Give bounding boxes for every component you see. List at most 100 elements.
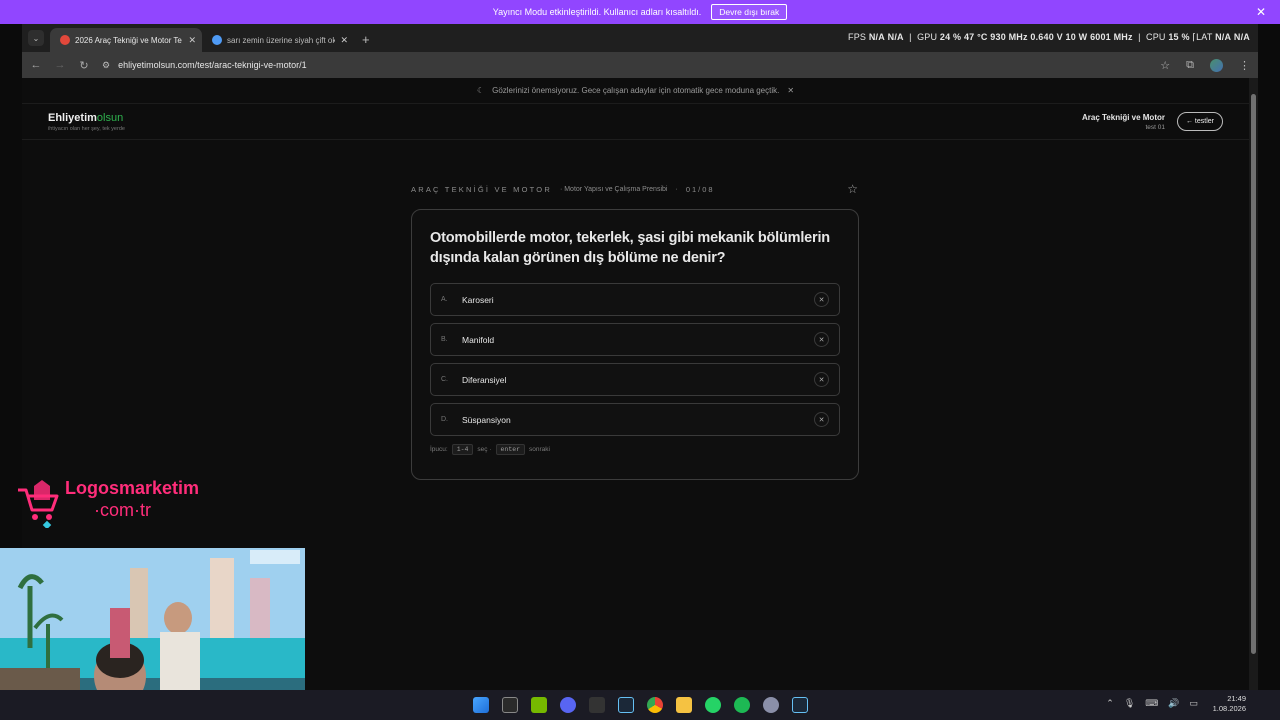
option-text: Karoseri xyxy=(462,294,494,305)
site-logo[interactable]: Ehliyetimolsun ihtiyacın olan her şey, t… xyxy=(48,112,125,132)
disable-streamer-mode-button[interactable]: Devre dışı bırak xyxy=(711,4,788,20)
scrollbar-thumb[interactable] xyxy=(1251,94,1256,654)
hud-fps-value-2: N/A xyxy=(887,32,904,42)
performance-overlay: FPS N/A N/A | GPU 24 % 47 °C 930 MHz 0.6… xyxy=(848,32,1250,42)
answer-option-c[interactable]: C. Diferansiyel ✕ xyxy=(430,363,840,396)
page-scrollbar[interactable] xyxy=(1249,78,1258,690)
answer-options: A. Karoseri ✕ B. Manifold ✕ C. Diferansi… xyxy=(430,283,840,436)
site-header: Ehliyetimolsun ihtiyacın olan her şey, t… xyxy=(22,104,1249,140)
clock-time: 21:49 xyxy=(1227,694,1246,703)
extensions-icon[interactable]: ⧉ xyxy=(1186,59,1194,72)
option-text: Süspansiyon xyxy=(462,414,511,425)
bookmark-star-icon[interactable]: ☆ xyxy=(1160,59,1170,72)
network-icon[interactable]: ⌨ xyxy=(1145,698,1158,709)
menu-icon[interactable]: ⋮ xyxy=(1239,59,1250,72)
tab-active[interactable]: 2026 Araç Tekniği ve Motor Te ✕ xyxy=(50,28,202,52)
eliminate-option-icon[interactable]: ✕ xyxy=(814,332,829,347)
windows-start-icon[interactable] xyxy=(472,697,489,713)
category-label: ARAÇ TEKNİĞİ VE MOTOR xyxy=(411,185,552,194)
tab-inactive[interactable]: sarı zemin üzerine siyah çift ok ✕ xyxy=(202,28,354,52)
chevron-up-icon[interactable]: ⌃ xyxy=(1106,698,1114,709)
moon-icon: ☾ xyxy=(476,86,485,95)
app-icon[interactable] xyxy=(762,697,779,713)
hint-label: İpucu: xyxy=(430,446,448,453)
hint-key-select: 1-4 xyxy=(451,444,474,455)
answer-option-d[interactable]: D. Süspansiyon ✕ xyxy=(430,403,840,436)
option-letter: C. xyxy=(441,376,448,383)
test-subtitle: test 01 xyxy=(1145,123,1165,131)
back-icon[interactable]: ← xyxy=(30,59,42,71)
hud-lat-label: ⌈LAT xyxy=(1192,32,1213,42)
question-meta: ARAÇ TEKNİĞİ VE MOTOR · Motor Yapısı ve … xyxy=(411,182,858,196)
question-text: Otomobillerde motor, tekerlek, şasi gibi… xyxy=(430,230,830,266)
tab-close-icon[interactable]: ✕ xyxy=(188,35,196,46)
stream-logo-overlay: Logosmarketim ·com·tr xyxy=(8,474,218,534)
discord-icon[interactable] xyxy=(559,697,576,713)
battery-icon[interactable]: ▭ xyxy=(1189,698,1198,709)
epic-games-icon[interactable] xyxy=(588,697,605,713)
forward-icon[interactable]: → xyxy=(54,59,66,71)
steam-icon-2[interactable] xyxy=(791,697,808,713)
hint-select-text: seç · xyxy=(477,446,492,453)
tab-title: 2026 Araç Tekniği ve Motor Te xyxy=(75,35,182,45)
spotify-icon[interactable] xyxy=(733,697,750,713)
answer-option-a[interactable]: A. Karoseri ✕ xyxy=(430,283,840,316)
hud-cpu-label: CPU xyxy=(1146,32,1166,42)
site-info-icon[interactable]: ⚙ xyxy=(102,60,110,71)
logo-text-primary: Logosmarketim xyxy=(65,478,200,498)
eliminate-option-icon[interactable]: ✕ xyxy=(814,372,829,387)
favorite-star-icon[interactable]: ☆ xyxy=(847,182,858,196)
profile-avatar[interactable] xyxy=(1210,58,1223,72)
tab-strip: ⌄ 2026 Araç Tekniği ve Motor Te ✕ sarı z… xyxy=(22,24,1258,52)
hud-gpu-temp: 47 °C xyxy=(963,32,988,42)
question-card: Otomobillerde motor, tekerlek, şasi gibi… xyxy=(411,209,859,480)
eliminate-option-icon[interactable]: ✕ xyxy=(814,292,829,307)
hud-gpu-clock: 930 MHz xyxy=(990,32,1028,42)
night-mode-notice: ☾ Gözlerinizi önemsiyoruz. Gece çalışan … xyxy=(22,78,1249,104)
shopping-cart-logo-icon xyxy=(18,480,59,528)
back-to-tests-button[interactable]: ← testler xyxy=(1176,112,1223,131)
hud-gpu-label: GPU xyxy=(917,32,938,42)
nvidia-icon[interactable] xyxy=(530,697,547,713)
streamer-mode-bar: Yayıncı Modu etkinleştirildi. Kullanıcı … xyxy=(0,0,1280,24)
microphone-icon[interactable]: 🎙 xyxy=(1124,698,1135,709)
tab-title: sarı zemin üzerine siyah çift ok xyxy=(227,35,336,45)
address-bar[interactable]: ⚙ ehliyetimolsun.com/test/arac-teknigi-v… xyxy=(102,60,1148,71)
whatsapp-icon[interactable] xyxy=(704,697,721,713)
tab-close-icon[interactable]: ✕ xyxy=(340,35,348,46)
option-letter: B. xyxy=(441,336,448,343)
eliminate-option-icon[interactable]: ✕ xyxy=(814,412,829,427)
tab-favicon-icon xyxy=(212,35,222,45)
close-icon[interactable]: ✕ xyxy=(1256,5,1266,19)
chrome-icon[interactable] xyxy=(646,697,663,713)
meta-separator: · xyxy=(675,186,678,193)
brand-accent: olsun xyxy=(96,111,124,124)
tab-search-icon[interactable]: ⌄ xyxy=(28,30,44,46)
steam-icon[interactable] xyxy=(617,697,634,713)
option-letter: D. xyxy=(441,416,448,423)
tab-favicon-icon xyxy=(60,35,70,45)
brand-tagline: ihtiyacın olan her şey, tek yerde xyxy=(48,125,125,132)
file-explorer-icon[interactable] xyxy=(675,697,692,713)
vector-app-icon[interactable] xyxy=(501,697,518,713)
option-letter: A. xyxy=(441,296,448,303)
answer-option-b[interactable]: B. Manifold ✕ xyxy=(430,323,840,356)
taskbar-clock[interactable]: 21:49 1.08.2026 xyxy=(1213,694,1246,714)
brand-name: Ehliyetim xyxy=(48,111,97,124)
windows-taskbar: ⌃ 🎙 ⌨ 🔊 ▭ 21:49 1.08.2026 xyxy=(0,690,1280,720)
reload-icon[interactable]: ↻ xyxy=(78,59,90,72)
browser-toolbar: ← → ↻ ⚙ ehliyetimolsun.com/test/arac-tek… xyxy=(22,52,1258,78)
subtopic-label: · Motor Yapısı ve Çalışma Prensibi xyxy=(559,186,668,193)
notice-close-icon[interactable]: ✕ xyxy=(787,86,794,95)
option-text: Manifold xyxy=(462,334,495,345)
hud-gpu-volt: 0.640 V xyxy=(1030,32,1063,42)
hud-fps-label: FPS xyxy=(848,32,867,42)
option-text: Diferansiyel xyxy=(462,374,507,385)
volume-icon[interactable]: 🔊 xyxy=(1168,698,1179,709)
url-text: ehliyetimolsun.com/test/arac-teknigi-ve-… xyxy=(118,60,307,70)
hud-gpu-load: 24 % xyxy=(939,32,962,42)
hud-gpu-mem: 6001 MHz xyxy=(1090,32,1133,42)
new-tab-icon[interactable]: + xyxy=(362,32,370,47)
logo-text-domain: ·com·tr xyxy=(94,500,151,520)
hud-lat-value-2: N/A xyxy=(1233,32,1250,42)
